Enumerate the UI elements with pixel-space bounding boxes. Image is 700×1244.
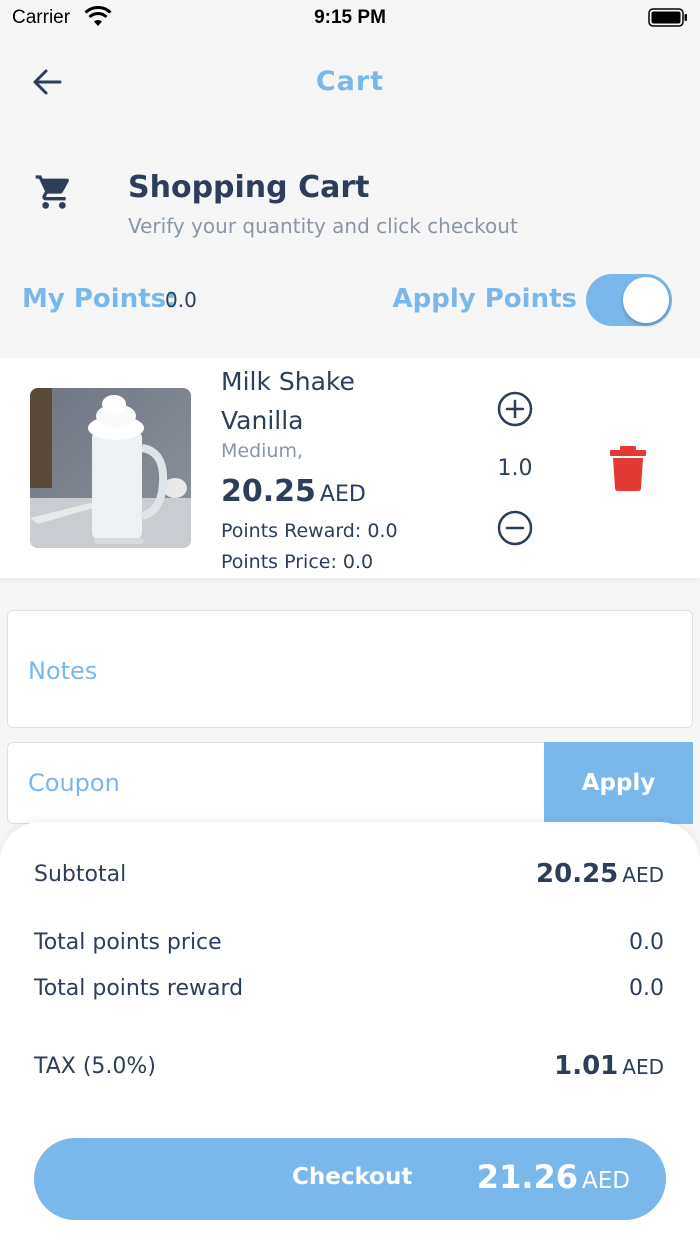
apply-coupon-button[interactable]: Apply (544, 742, 693, 824)
tax-label: TAX (5.0%) (34, 1054, 156, 1079)
product-price-currency: AED (319, 482, 366, 507)
tax-amount: 1.01 (554, 1051, 619, 1081)
minus-circle-icon[interactable] (496, 509, 534, 547)
apply-points-label: Apply Points (392, 284, 577, 314)
product-price: 20.25 AED (221, 474, 366, 509)
checkout-total-currency: AED (582, 1168, 630, 1194)
plus-circle-icon[interactable] (496, 390, 534, 428)
total-points-reward-label: Total points reward (34, 976, 244, 1001)
subtotal-label: Subtotal (34, 862, 127, 887)
cart-item: Milk Shake Vanilla Medium, 20.25 AED Poin… (0, 358, 700, 578)
subtotal-currency: AED (622, 863, 664, 887)
coupon-input[interactable]: Coupon (7, 742, 545, 824)
checkout-label: Checkout (292, 1164, 413, 1190)
product-price-value: 20.25 (221, 474, 316, 509)
total-points-price-label: Total points price (34, 930, 222, 955)
checkout-total-amount: 21.26 (476, 1158, 579, 1196)
tax-value: 1.01 AED (554, 1051, 664, 1081)
trash-icon[interactable] (608, 444, 648, 492)
nav-bar: Cart (0, 52, 700, 112)
cart-icon (35, 175, 70, 209)
page-title: Cart (315, 66, 385, 97)
toggle-knob (623, 277, 669, 323)
subtotal-amount: 20.25 (536, 859, 619, 889)
points-price: Points Price: 0.0 (221, 551, 374, 573)
product-size: Medium, (221, 440, 304, 462)
checkout-button[interactable]: Checkout 21.26 AED (34, 1138, 666, 1220)
tax-currency: AED (622, 1055, 664, 1079)
total-points-reward-value: 0.0 (629, 976, 664, 1001)
total-points-price-value: 0.0 (629, 930, 664, 955)
clock: 9:15 PM (314, 7, 386, 28)
status-bar: Carrier 9:15 PM (0, 0, 700, 40)
apply-points-toggle[interactable] (586, 274, 672, 326)
points-reward: Points Reward: 0.0 (221, 520, 398, 542)
my-points-label: My Points: (22, 284, 177, 314)
battery-icon (648, 8, 687, 27)
product-name: Milk Shake Vanilla (221, 367, 355, 435)
notes-field[interactable]: Notes (7, 610, 693, 728)
checkout-total: 21.26 AED (477, 1158, 630, 1196)
subtotal-value: 20.25 AED (536, 859, 664, 889)
product-image (30, 388, 191, 548)
shopping-cart-subtitle: Verify your quantity and click checkout (128, 214, 518, 238)
quantity-value: 1.0 (497, 456, 533, 481)
coupon-placeholder: Coupon (28, 769, 120, 797)
notes-placeholder: Notes (28, 657, 98, 685)
shopping-cart-title: Shopping Cart (128, 170, 370, 205)
my-points-value: 0.0 (165, 288, 197, 312)
